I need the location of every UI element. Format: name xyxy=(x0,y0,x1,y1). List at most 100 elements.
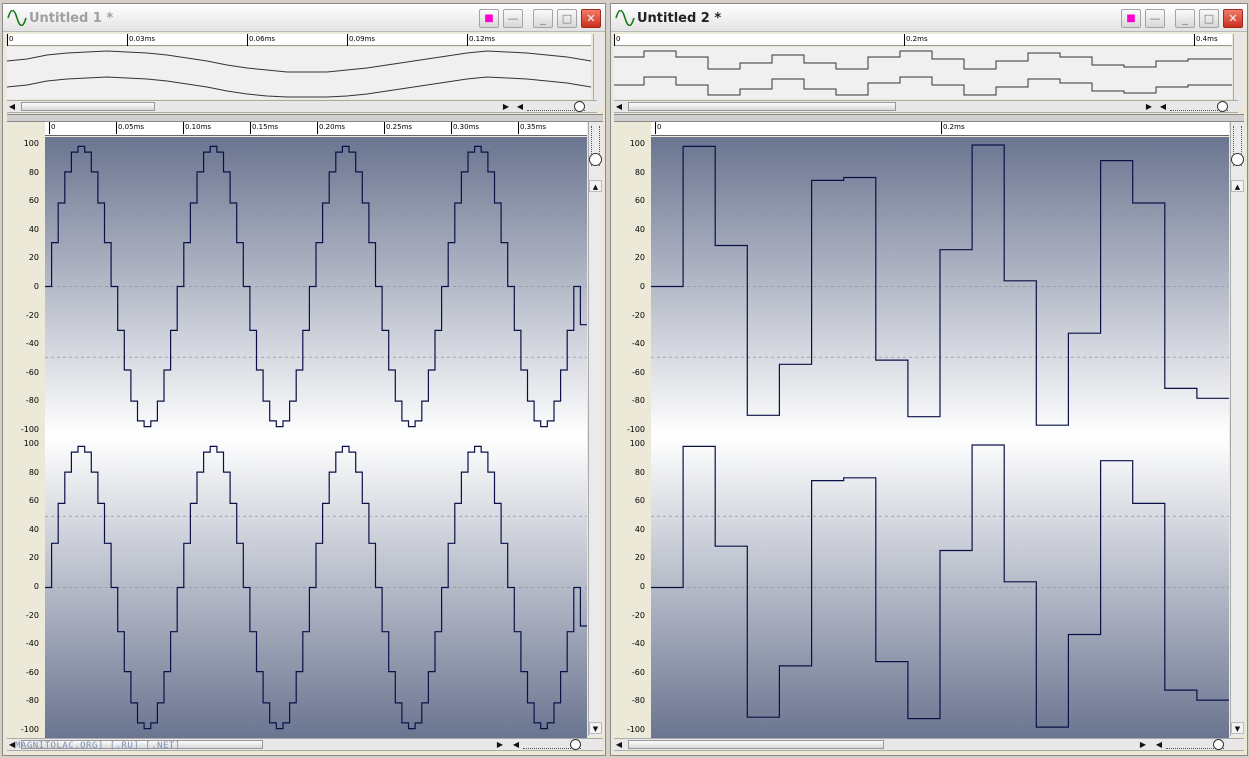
y-tick-label: -20 xyxy=(25,310,39,320)
time-tick-label: 0.30ms xyxy=(453,123,480,131)
maximize-button[interactable]: □ xyxy=(557,9,577,28)
toolbar-button[interactable]: — xyxy=(503,9,523,28)
time-ruler: 0 0.05ms 0.10ms 0.15ms 0.20ms 0.25ms 0.30ms 0.3… xyxy=(45,122,587,136)
horizontal-zoom-slider[interactable] xyxy=(527,101,585,112)
y-tick-label: 0 xyxy=(639,582,645,591)
vertical-zoom-slider[interactable] xyxy=(589,126,602,166)
scroll-right-icon[interactable]: ▶ xyxy=(495,739,505,750)
scroll-left-icon[interactable]: ◀ xyxy=(7,101,17,112)
zoom-out-icon[interactable]: ◀ xyxy=(515,101,525,112)
close-button[interactable]: ✕ xyxy=(581,9,601,28)
window-title: Untitled 1 * xyxy=(29,11,114,26)
scroll-down-icon[interactable]: ▼ xyxy=(1231,722,1244,734)
y-axis-labels: 100 80 60 40 20 0 -20 -40 -60 -80 -100 100 80 60 40 20 0… xyxy=(611,139,649,736)
minimize-button[interactable]: _ xyxy=(1175,9,1195,28)
y-tick-label: -80 xyxy=(631,396,645,406)
zoom-out-icon[interactable]: ◀ xyxy=(511,739,521,750)
y-tick-label: -60 xyxy=(631,367,645,377)
close-icon: ✕ xyxy=(1228,12,1238,25)
horizontal-zoom-slider[interactable] xyxy=(1170,101,1228,112)
scroll-right-icon[interactable]: ▶ xyxy=(501,101,511,112)
vertical-zoom-slider[interactable] xyxy=(1231,126,1244,166)
overview-tick-label: 0.2ms xyxy=(906,35,928,43)
title-bar[interactable]: Untitled 1 * ■ — _ □ ✕ xyxy=(3,4,605,32)
zoom-out-icon[interactable]: ◀ xyxy=(1158,101,1168,112)
y-tick-label: 60 xyxy=(634,196,645,206)
record-button[interactable]: ■ xyxy=(1121,9,1141,28)
y-tick-label: 60 xyxy=(634,496,645,506)
zoom-knob[interactable] xyxy=(570,739,581,750)
zoom-knob[interactable] xyxy=(589,153,602,166)
y-tick-label: 80 xyxy=(28,167,39,177)
vertical-scrollbar[interactable]: ▲ ▼ xyxy=(1230,122,1244,736)
channel-1-plot[interactable] xyxy=(45,137,587,436)
overview-tick-label: 0 xyxy=(616,35,621,43)
dash-icon: — xyxy=(507,12,519,25)
y-tick-label: 100 xyxy=(23,139,39,148)
scroll-left-icon[interactable]: ◀ xyxy=(614,739,624,750)
minimize-icon: _ xyxy=(1182,12,1188,25)
overview-horizontal-scrollbar[interactable]: ◀ ▶ ◀ xyxy=(7,100,597,113)
channel-2-plot[interactable] xyxy=(651,437,1229,738)
y-tick-label: -40 xyxy=(25,339,39,349)
y-tick-label: 60 xyxy=(28,196,39,206)
scroll-right-icon[interactable]: ▶ xyxy=(1138,739,1148,750)
pane-separator[interactable] xyxy=(7,114,603,122)
time-tick-label: 0.20ms xyxy=(319,123,346,131)
vertical-scrollbar[interactable]: ▲ ▼ xyxy=(588,122,602,736)
y-tick-label: -40 xyxy=(631,639,645,649)
overview-ruler: 0 0.2ms 0.4ms xyxy=(614,34,1232,46)
overview-zoom-vertical[interactable] xyxy=(1233,34,1243,107)
toolbar-button[interactable]: — xyxy=(1145,9,1165,28)
pane-separator[interactable] xyxy=(614,114,1244,122)
zoom-knob[interactable] xyxy=(1217,101,1228,112)
overview-waveform[interactable] xyxy=(614,47,1232,99)
y-tick-label: 0 xyxy=(33,582,39,591)
scroll-up-icon[interactable]: ▲ xyxy=(589,180,602,192)
scroll-thumb[interactable] xyxy=(628,740,884,749)
y-tick-label: 20 xyxy=(28,253,39,263)
y-tick-label: 100 xyxy=(629,139,645,148)
y-tick-label: 40 xyxy=(634,524,645,534)
time-tick-label: 0.25ms xyxy=(386,123,413,131)
scroll-right-icon[interactable]: ▶ xyxy=(1144,101,1154,112)
channel-1-plot[interactable] xyxy=(651,137,1229,436)
document-window-2[interactable]: Untitled 2 * ■ — _ □ ✕ 0 0.2ms 0.4ms ◀ ▶… xyxy=(610,3,1248,756)
close-icon: ✕ xyxy=(586,12,596,25)
y-tick-label: 80 xyxy=(634,167,645,177)
overview-tick-label: 0.06ms xyxy=(249,35,276,43)
title-bar[interactable]: Untitled 2 * ■ — _ □ ✕ xyxy=(611,4,1247,32)
scroll-up-icon[interactable]: ▲ xyxy=(1231,180,1244,192)
channel-2-plot[interactable] xyxy=(45,437,587,738)
scroll-left-icon[interactable]: ◀ xyxy=(614,101,624,112)
scroll-thumb[interactable] xyxy=(628,102,896,111)
y-tick-label: 40 xyxy=(634,224,645,234)
document-window-1[interactable]: Untitled 1 * ■ — _ □ ✕ 0 0.03ms 0.06ms 0… xyxy=(2,3,606,756)
overview-horizontal-scrollbar[interactable]: ◀ ▶ ◀ xyxy=(614,100,1238,113)
scroll-down-icon[interactable]: ▼ xyxy=(589,722,602,734)
overview-tick-label: 0.12ms xyxy=(469,35,496,43)
y-tick-label: 100 xyxy=(629,439,645,448)
y-tick-label: 80 xyxy=(28,467,39,477)
horizontal-scrollbar[interactable]: ◀ ▶ ◀ xyxy=(614,738,1244,751)
overview-zoom-vertical[interactable] xyxy=(593,34,603,107)
maximize-button[interactable]: □ xyxy=(1199,9,1219,28)
y-tick-label: -80 xyxy=(25,396,39,406)
zoom-knob[interactable] xyxy=(574,101,585,112)
close-button[interactable]: ✕ xyxy=(1223,9,1243,28)
y-tick-label: -80 xyxy=(25,696,39,706)
overview-waveform[interactable] xyxy=(6,47,592,99)
y-axis-labels: 100 80 60 40 20 0 -20 -40 -60 -80 -100 100 80 60 40 20 0… xyxy=(3,140,43,736)
time-tick-label: 0.35ms xyxy=(520,123,547,131)
sine-wave-icon xyxy=(7,10,27,26)
time-tick-label: 0.05ms xyxy=(118,123,145,131)
record-button[interactable]: ■ xyxy=(479,9,499,28)
horizontal-zoom-slider[interactable] xyxy=(523,739,581,750)
horizontal-zoom-slider[interactable] xyxy=(1166,739,1224,750)
zoom-out-icon[interactable]: ◀ xyxy=(1154,739,1164,750)
zoom-knob[interactable] xyxy=(1231,153,1244,166)
zoom-knob[interactable] xyxy=(1213,739,1224,750)
minimize-button[interactable]: _ xyxy=(533,9,553,28)
scroll-thumb[interactable] xyxy=(21,102,155,111)
maximize-icon: □ xyxy=(561,12,573,25)
